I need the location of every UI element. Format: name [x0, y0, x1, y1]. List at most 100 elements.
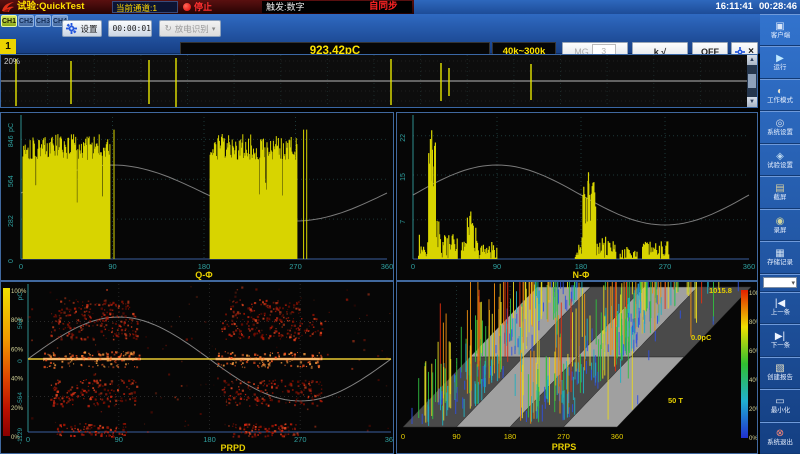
- channel-button-ch2[interactable]: CH2: [18, 15, 34, 27]
- record-select-box[interactable]: ▾: [763, 277, 797, 288]
- y-tick-label: -1129: [17, 428, 24, 445]
- panel-charge-phase: pC8465642820090180270360Q-Φ: [0, 112, 394, 281]
- scroll-up-icon[interactable]: ▲: [747, 55, 757, 65]
- play-icon: ▶: [776, 53, 784, 64]
- settings-label: 设置: [80, 23, 97, 35]
- stop-label[interactable]: 停止: [194, 1, 212, 13]
- strip-gain-label: 20%: [4, 57, 20, 66]
- colorbar-tick-label: 80%: [749, 320, 757, 326]
- sidebar-item-run[interactable]: ▶运行: [760, 46, 800, 78]
- chevron-down-icon: ▾: [212, 25, 216, 33]
- sidebar-item-screenshot[interactable]: ▤截屏: [760, 176, 800, 208]
- y-tick-label: 0: [17, 359, 24, 363]
- x-tick-label: 270: [659, 262, 672, 271]
- colorbar-tick-label: 60%: [749, 349, 757, 355]
- colorbar-tick-label: 100%: [749, 291, 757, 297]
- sidebar-item-record-select[interactable]: ▾: [760, 274, 800, 292]
- sidebar-item-next-item[interactable]: ▶|下一条: [760, 324, 800, 356]
- current-channel: 当前通道:1: [112, 1, 178, 13]
- x-tick-label: 0: [411, 262, 415, 271]
- camera-icon: ◉: [776, 216, 785, 227]
- x-tick-label: 360: [743, 262, 756, 271]
- gear-icon: ◎: [776, 118, 785, 129]
- sidebar-item-label: 上一条: [770, 310, 789, 317]
- time-of-day: 16:11:41: [715, 1, 753, 12]
- test-name: 试验:QuickTest: [17, 1, 84, 13]
- sidebar-item-label: 下一条: [770, 342, 789, 349]
- sidebar-item-client[interactable]: ▣客户端: [760, 14, 800, 46]
- y-tick-label: 0: [8, 259, 15, 263]
- sidebar-item-test-settings[interactable]: ◈试验设置: [760, 144, 800, 176]
- x-tick-label: 0: [26, 435, 30, 444]
- x-tick-label: 360: [611, 432, 624, 441]
- pulse-waveform-strip: 20% ▲ ▼: [0, 54, 758, 108]
- prev-icon: |◀: [775, 298, 785, 309]
- x-tick-label: 90: [452, 432, 460, 441]
- x-tick-label: 270: [289, 262, 302, 271]
- strip-scrollbar[interactable]: ▲ ▼: [747, 55, 757, 107]
- sidebar-item-label: 录屏: [774, 227, 787, 234]
- y-axis-unit: pC: [8, 123, 15, 132]
- discharge-recognition-dropdown[interactable]: ↻ 放电识别 ▾: [159, 20, 221, 37]
- x-tick-label: 90: [108, 262, 116, 271]
- x-tick-label: 360: [385, 435, 393, 444]
- titlebar: 试验:QuickTest 当前通道:1 停止 触发:数字 自同步 16:11:4…: [0, 0, 800, 14]
- sidebar-item-minimize[interactable]: ▭最小化: [760, 389, 800, 421]
- monitor-icon: ▣: [775, 21, 784, 32]
- clock: 16:11:4100:28:46: [709, 1, 797, 12]
- screenshot-icon: ▤: [775, 183, 784, 194]
- colorbar-tick-label: 20%: [11, 406, 24, 412]
- x-tick-label: 270: [557, 432, 570, 441]
- channel-button-ch1[interactable]: CH1: [1, 15, 17, 27]
- gear-icon: [66, 23, 77, 34]
- y-tick-label: -564: [17, 392, 24, 405]
- sidebar-item-exit[interactable]: ⊗系统退出: [760, 422, 800, 454]
- mode-icon: ◐: [777, 86, 783, 97]
- timer-display: 00:00:01: [108, 20, 152, 37]
- scroll-thumb[interactable]: [748, 74, 756, 88]
- timer-value: 00:00:01: [112, 24, 151, 33]
- colorbar-tick-label: 0%: [749, 436, 757, 442]
- colorbar-tick-label: 40%: [11, 377, 24, 383]
- chart-title: N-Φ: [573, 270, 590, 280]
- sidebar-item-label: 存储记录: [767, 259, 793, 266]
- toolbar: CH1CH2CH3CH4 设置 00:00:01 ↻ 放电识别 ▾ 923.42…: [0, 14, 760, 54]
- prps-zero-label: 0.0pC: [691, 333, 712, 342]
- test-config-icon: ◈: [776, 151, 784, 162]
- sidebar-item-prev-item[interactable]: |◀上一条: [760, 292, 800, 324]
- y-tick-label: 846: [8, 135, 15, 147]
- sidebar-item-label: 创建报告: [767, 375, 793, 382]
- chart-title: PRPD: [220, 443, 246, 453]
- sidebar-item-label: 客户端: [770, 32, 789, 39]
- sidebar-item-label: 试验设置: [767, 162, 793, 169]
- sidebar-item-system-settings[interactable]: ◎系统设置: [760, 111, 800, 143]
- sidebar-item-label: 最小化: [770, 407, 789, 414]
- x-tick-label: 90: [493, 262, 501, 271]
- y-tick-label: 564: [17, 318, 24, 329]
- x-tick-label: 0: [401, 432, 405, 441]
- scroll-down-icon[interactable]: ▼: [747, 97, 757, 107]
- sidebar-item-create-report[interactable]: ▧创建报告: [760, 357, 800, 389]
- x-tick-label: 0: [19, 262, 23, 271]
- titlebar-status-zone: 试验:QuickTest 当前通道:1 停止 触发:数字 自同步: [0, 0, 414, 14]
- sidebar-item-work-mode[interactable]: ◐工作模式: [760, 79, 800, 111]
- y-tick-label: 564: [8, 175, 15, 187]
- y-tick-label: 22: [400, 134, 407, 142]
- channel-tab-1[interactable]: 1: [0, 39, 16, 54]
- settings-button[interactable]: 设置: [62, 20, 102, 37]
- channel-button-ch3[interactable]: CH3: [35, 15, 51, 27]
- sidebar-item-record-screen[interactable]: ◉录屏: [760, 209, 800, 241]
- next-icon: ▶|: [775, 331, 785, 342]
- prpd-colorbar: [3, 288, 10, 436]
- y-tick-label: 282: [8, 215, 15, 227]
- sidebar-item-storage-records[interactable]: ▦存储记录: [760, 241, 800, 273]
- sync-mode: 自同步: [369, 1, 398, 13]
- panel-prpd: 100%80%60%40%20%0%pC5640-564-11290901802…: [0, 281, 394, 454]
- sidebar-item-label: 系统退出: [767, 440, 793, 447]
- stop-indicator-icon: [183, 3, 191, 11]
- report-icon: ▧: [775, 363, 784, 374]
- app-logo-icon: [1, 1, 15, 13]
- x-tick-label: 180: [203, 435, 216, 444]
- y-axis-unit: pC: [17, 292, 24, 301]
- y-tick-label: 15: [400, 173, 407, 181]
